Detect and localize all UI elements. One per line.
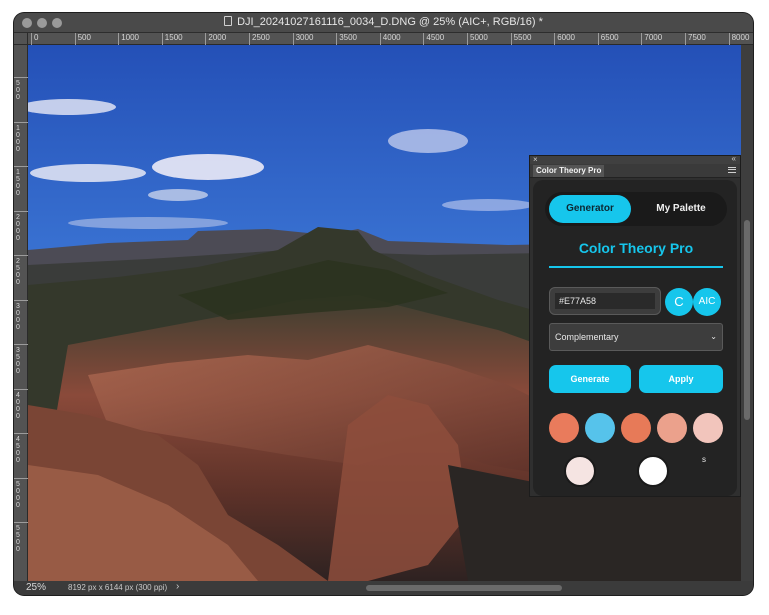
color-swatch[interactable] <box>564 455 596 487</box>
color-theory-panel: × « Color Theory Pro Generator My Palett… <box>529 154 741 497</box>
horizontal-ruler[interactable]: 0 500 1000 1500 2000 2500 3000 3500 4000 4500 5000… <box>28 33 753 45</box>
ruler-tick-label: 7500 <box>685 33 706 45</box>
ruler-tick-label: 3500 <box>336 33 357 45</box>
c-button[interactable]: C <box>665 288 693 316</box>
tab-my-palette[interactable]: My Palette <box>641 195 721 223</box>
panel-header: × « <box>530 154 740 164</box>
ruler-tick-label: 8000 <box>728 33 749 45</box>
harmony-select-value: Complementary <box>555 332 619 342</box>
ruler-tick-label: 0 <box>31 33 38 45</box>
color-swatch[interactable] <box>585 413 615 443</box>
title-bar: DJI_20241027161116_0034_D.DNG @ 25% (AIC… <box>14 13 753 33</box>
photoshop-window: DJI_20241027161116_0034_D.DNG @ 25% (AIC… <box>14 13 753 595</box>
ruler-tick-label: 3000 <box>292 33 313 45</box>
ruler-tick-label: 500 <box>74 33 91 45</box>
tab-color-theory-pro[interactable]: Color Theory Pro <box>533 165 605 177</box>
document-info: 8192 px x 6144 px (300 ppi) <box>68 583 168 592</box>
color-swatch[interactable] <box>549 413 579 443</box>
ruler-tick-label: 7000 <box>641 33 662 45</box>
aic-button[interactable]: AIC <box>693 288 721 316</box>
tab-generator[interactable]: Generator <box>549 195 631 223</box>
vertical-scrollbar[interactable] <box>741 45 753 581</box>
ruler-tick-label: 4000 <box>379 33 401 45</box>
color-swatch[interactable] <box>637 455 669 487</box>
panel-content: Generator My Palette Color Theory Pro C … <box>533 180 737 496</box>
ruler-tick-label: 2500 <box>249 33 270 45</box>
ruler-tick-label: 1000 <box>118 33 139 45</box>
hex-input-wrapper <box>549 287 661 315</box>
ruler-tick-label: 4500 <box>423 33 444 45</box>
ruler-tick-label: 1500 <box>14 166 28 197</box>
ruler-tick-label: 4500 <box>14 433 28 464</box>
harmony-select[interactable]: Complementary ⌄ <box>549 323 723 351</box>
ruler-tick-label: 4000 <box>14 388 28 420</box>
ruler-tick-label: 5000 <box>14 477 28 509</box>
document-icon <box>224 16 233 26</box>
swatch-label: s <box>702 455 706 464</box>
ruler-tick-label: 2500 <box>14 255 28 286</box>
ruler-tick-label: 5500 <box>510 33 531 45</box>
vertical-scroll-thumb[interactable] <box>744 220 750 420</box>
ruler-tick-label: 2000 <box>14 210 28 242</box>
ruler-tick-label: 500 <box>14 77 28 101</box>
ruler-tick-label: 5000 <box>467 33 488 45</box>
app-title: Color Theory Pro <box>578 240 694 256</box>
mode-switcher: Generator My Palette <box>545 192 727 226</box>
ruler-tick-label: 6500 <box>597 33 619 45</box>
zoom-level[interactable]: 25% <box>26 582 46 593</box>
apply-button[interactable]: Apply <box>639 365 723 393</box>
vertical-ruler[interactable]: 500 1000 1500 2000 2500 3000 3500 4000 4500 5000 5… <box>14 45 28 581</box>
panel-tab-row: Color Theory Pro <box>530 164 740 178</box>
ruler-tick-label: 2000 <box>205 33 226 45</box>
panel-menu-icon[interactable] <box>728 167 736 173</box>
ruler-tick-label: 3500 <box>14 344 28 375</box>
color-swatch[interactable] <box>657 413 687 443</box>
window-title-text: DJI_20241027161116_0034_D.DNG @ 25% (AIC… <box>237 16 543 28</box>
status-bar: 25% 8192 px x 6144 px (300 ppi) › <box>14 581 753 595</box>
ruler-tick-label: 6000 <box>554 33 575 45</box>
ruler-tick-label: 5500 <box>14 522 28 553</box>
color-swatch[interactable] <box>621 413 651 443</box>
generate-button[interactable]: Generate <box>549 365 631 393</box>
ruler-tick-label: 3000 <box>14 299 28 331</box>
color-swatch[interactable] <box>693 413 723 443</box>
chevron-down-icon: ⌄ <box>710 332 717 341</box>
hex-color-input[interactable] <box>555 293 655 309</box>
ruler-tick-label: 1500 <box>161 33 183 45</box>
window-title: DJI_20241027161116_0034_D.DNG @ 25% (AIC… <box>14 16 753 28</box>
panel-close-icon[interactable]: × <box>533 155 538 164</box>
status-menu-arrow[interactable]: › <box>176 581 179 592</box>
ruler-corner <box>14 33 28 45</box>
ruler-tick-label: 1000 <box>14 121 28 153</box>
title-underline <box>549 266 723 268</box>
horizontal-scroll-thumb[interactable] <box>366 585 562 591</box>
panel-collapse-icon[interactable]: « <box>732 154 736 163</box>
